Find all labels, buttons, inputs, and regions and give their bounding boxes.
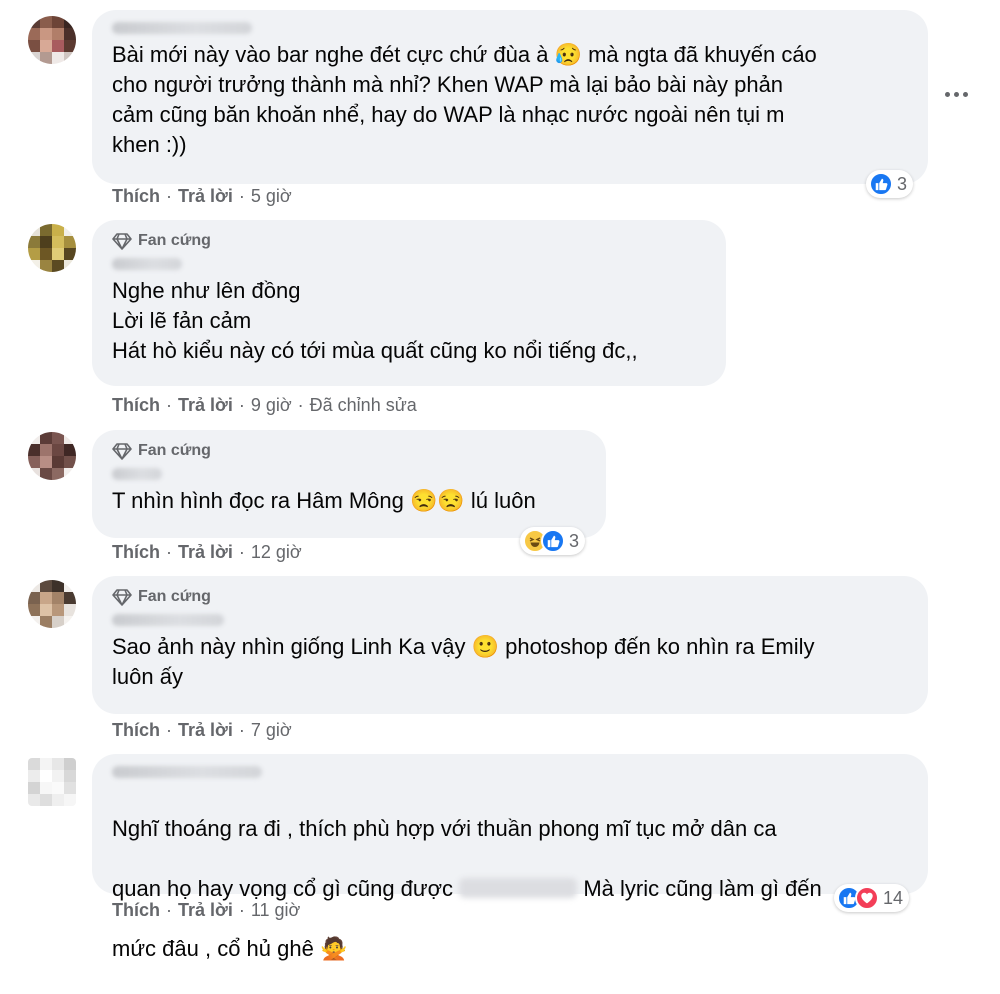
text-fragment: quan họ hay vọng cổ gì cũng được [112, 876, 454, 901]
badge-label: Fan cứng [138, 588, 211, 605]
comment-text: Bài mới này vào bar nghe đét cực chứ đùa… [112, 42, 817, 157]
reaction-summary[interactable]: 14 [834, 884, 910, 912]
separator: · [238, 186, 245, 206]
avatar[interactable] [28, 16, 76, 64]
diamond-icon [112, 589, 132, 606]
like-link[interactable]: Thích [112, 900, 160, 921]
fan-badge: Fan cứng [112, 440, 588, 462]
reaction-summary[interactable]: 3 [520, 527, 586, 555]
reply-link[interactable]: Trả lời [178, 395, 233, 416]
reply-link[interactable]: Trả lời [178, 720, 233, 741]
like-link[interactable]: Thích [112, 395, 160, 416]
comment-actions: Thích · Trả lời · 12 giờ [112, 542, 302, 563]
comment-text: Sao ảnh này nhìn giống Linh Ka vậy 🙂 pho… [112, 634, 815, 689]
comment-text-line: mức đâu , cổ hủ ghê 🙅 [112, 936, 348, 961]
separator: · [166, 186, 172, 206]
diamond-icon [112, 233, 132, 250]
reaction-summary[interactable]: 3 [866, 170, 914, 198]
reply-link[interactable]: Trả lời [178, 186, 233, 207]
comment-actions: Thích · Trả lời · 7 giờ [112, 720, 292, 741]
comment-text: Nghĩ thoáng ra đi , thích phù hợp với th… [112, 784, 910, 994]
author-name-blurred[interactable] [112, 468, 162, 480]
avatar[interactable] [28, 432, 76, 480]
comment-actions: Thích · Trả lời · 5 giờ [112, 186, 292, 207]
avatar[interactable] [28, 758, 76, 806]
badge-label: Fan cứng [138, 442, 211, 459]
text-fragment: Mà lyric cũng làm gì đến [583, 876, 822, 901]
comment-actions: Thích · Trả lời · 9 giờ · Đã chỉnh sửa [112, 395, 417, 416]
comment-bubble: Bài mới này vào bar nghe đét cực chứ đùa… [92, 10, 928, 184]
comment-time[interactable]: 11 giờ [251, 900, 301, 921]
separator: · [166, 395, 172, 415]
blurred-word [459, 878, 578, 898]
separator: · [166, 542, 172, 562]
fan-badge: Fan cứng [112, 586, 910, 608]
reaction-count: 3 [569, 530, 580, 551]
reply-link[interactable]: Trả lời [178, 900, 233, 921]
separator: · [238, 395, 245, 415]
separator: · [238, 900, 245, 920]
diamond-icon [112, 443, 132, 460]
like-link[interactable]: Thích [112, 720, 160, 741]
like-icon [869, 172, 893, 196]
author-name-blurred[interactable] [112, 614, 224, 626]
author-name-blurred[interactable] [112, 766, 262, 778]
avatar[interactable] [28, 224, 76, 272]
separator: · [166, 720, 172, 740]
love-icon [855, 886, 879, 910]
like-link[interactable]: Thích [112, 186, 160, 207]
like-icon [541, 529, 565, 553]
reply-link[interactable]: Trả lời [178, 542, 233, 563]
comment-text: T nhìn hình đọc ra Hâm Mông 😒😒 lú luôn [112, 488, 536, 513]
separator: · [166, 900, 172, 920]
comment-text: Nghe như lên đồng Lời lẽ fản cảm Hát hò … [112, 278, 638, 363]
comment-time[interactable]: 5 giờ [251, 186, 292, 207]
author-name-blurred[interactable] [112, 22, 252, 34]
comment-time[interactable]: 12 giờ [251, 542, 302, 563]
more-options-icon[interactable] [942, 84, 970, 104]
separator: · [238, 542, 245, 562]
comment-time[interactable]: 9 giờ [251, 395, 292, 416]
author-name-blurred[interactable] [112, 258, 182, 270]
separator: · [238, 720, 245, 740]
comment-text-line: Nghĩ thoáng ra đi , thích phù hợp với th… [112, 816, 777, 841]
comment-bubble: Fan cứng Sao ảnh này nhìn giống Linh Ka … [92, 576, 928, 714]
reaction-count: 3 [897, 173, 908, 194]
comment-bubble: Fan cứng T nhìn hình đọc ra Hâm Mông 😒😒 … [92, 430, 606, 538]
comment-actions: Thích · Trả lời · 11 giờ [112, 900, 300, 921]
fan-badge: Fan cứng [112, 230, 708, 252]
comment-bubble: Fan cứng Nghe như lên đồng Lời lẽ fản cả… [92, 220, 726, 386]
badge-label: Fan cứng [138, 232, 211, 249]
comment-time[interactable]: 7 giờ [251, 720, 292, 741]
separator: · [297, 395, 304, 415]
like-link[interactable]: Thích [112, 542, 160, 563]
avatar[interactable] [28, 580, 76, 628]
comment-bubble: Nghĩ thoáng ra đi , thích phù hợp với th… [92, 754, 928, 961]
reaction-count: 14 [883, 887, 904, 908]
edited-label[interactable]: Đã chỉnh sửa [310, 395, 417, 416]
